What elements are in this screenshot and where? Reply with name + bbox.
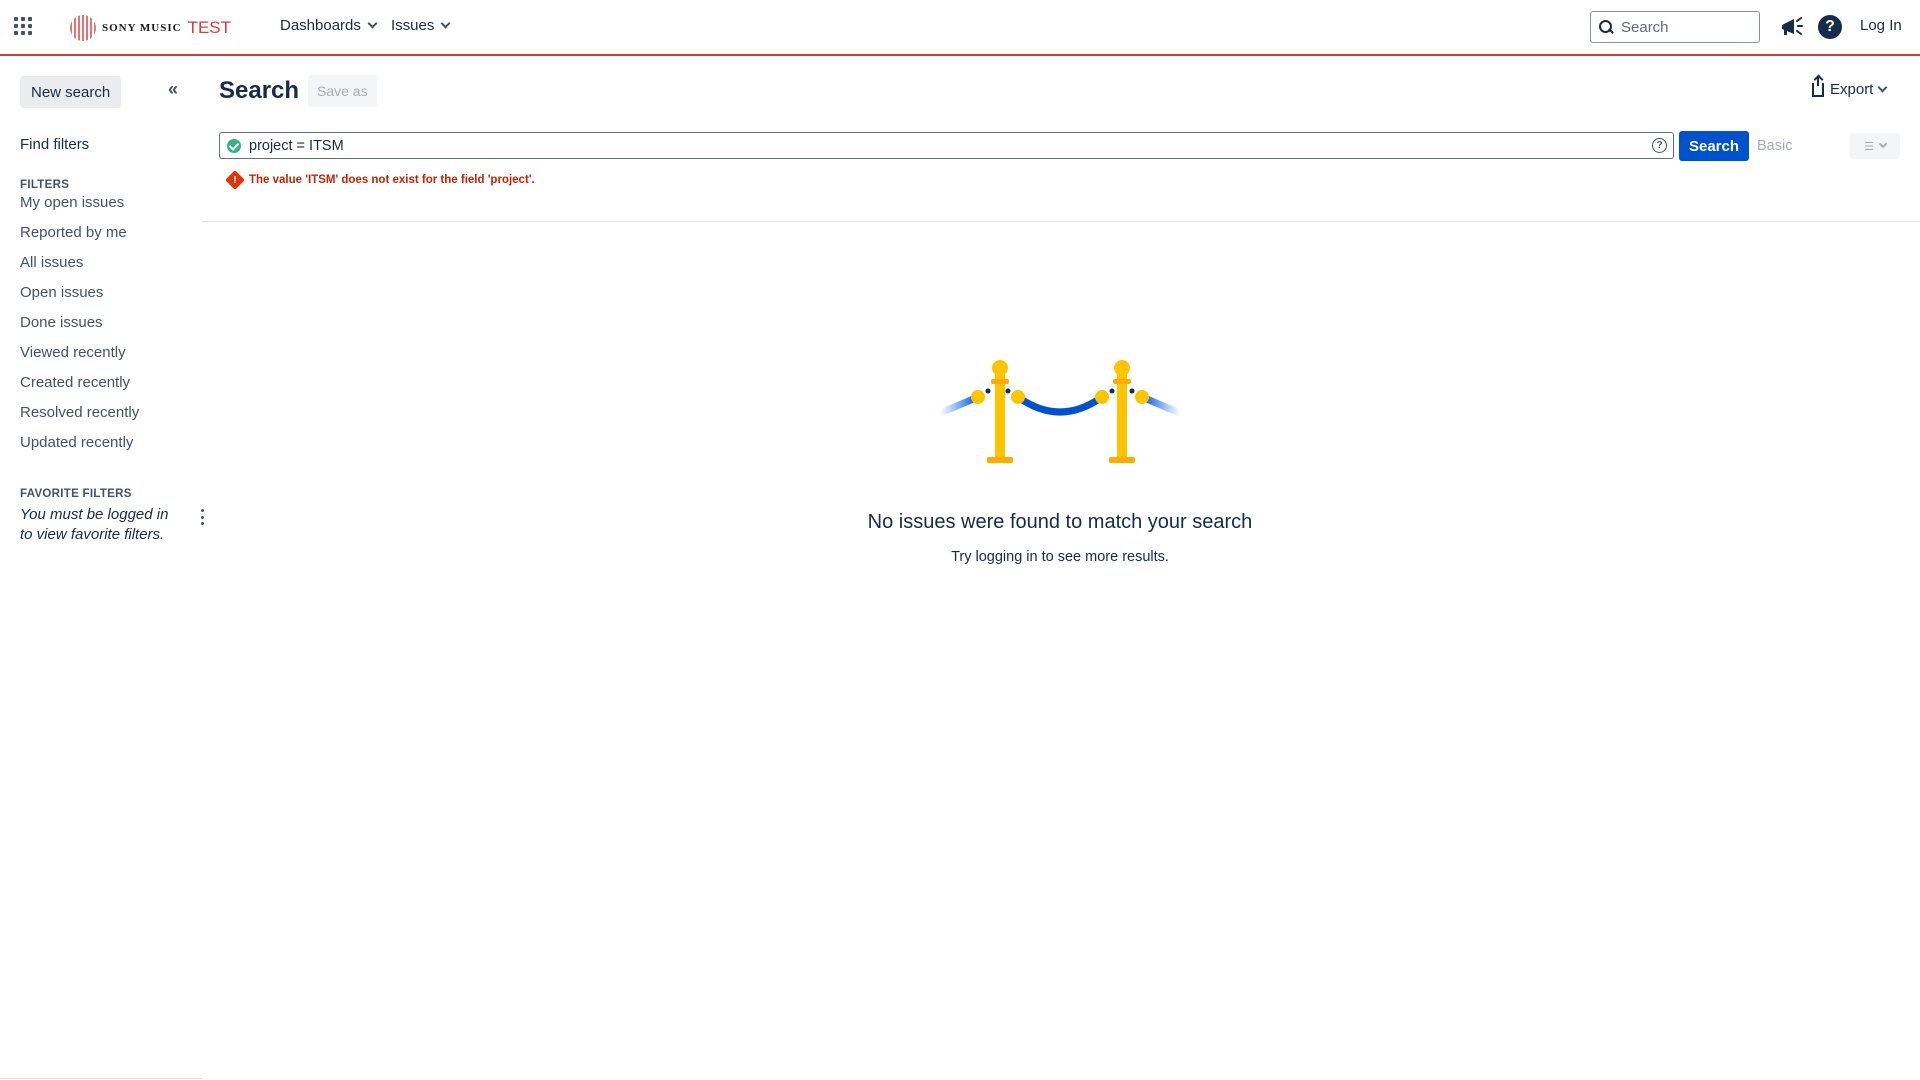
help-icon[interactable]: ? — [1818, 15, 1842, 39]
megaphone-notifications-icon[interactable] — [1778, 14, 1804, 40]
nav-issues-label: Issues — [391, 17, 435, 34]
chevron-down-icon — [367, 18, 378, 29]
export-label: Export — [1830, 81, 1874, 98]
filter-item-done-issues[interactable]: Done issues — [20, 314, 139, 344]
more-options-icon[interactable] — [201, 509, 205, 525]
empty-state-title: No issues were found to match your searc… — [867, 511, 1253, 533]
jql-query-input[interactable]: project = ITSM ? — [219, 132, 1674, 159]
error-text: The value 'ITSM' does not exist for the … — [249, 174, 535, 186]
chevron-down-icon — [1877, 82, 1888, 93]
filter-item-created-recently[interactable]: Created recently — [20, 374, 139, 404]
site-logo[interactable]: SONY MUSIC TEST — [70, 14, 231, 42]
filter-item-viewed-recently[interactable]: Viewed recently — [20, 344, 139, 374]
velvet-rope-illustration-icon — [940, 360, 1180, 463]
filters-heading: FILTERS — [20, 179, 70, 191]
page-title: Search — [219, 77, 300, 104]
export-button[interactable]: Export — [1812, 75, 1888, 98]
jql-query-text[interactable]: project = ITSM — [249, 138, 344, 154]
error-icon: ! — [225, 170, 245, 190]
jql-help-icon[interactable]: ? — [1652, 138, 1667, 153]
search-icon — [1599, 20, 1613, 34]
nav-dashboards-label: Dashboards — [280, 17, 361, 34]
filter-item-open-issues[interactable]: Open issues — [20, 284, 139, 314]
global-search-box[interactable] — [1590, 11, 1760, 43]
sidebar-divider — [0, 1078, 202, 1079]
filter-item-my-open-issues[interactable]: My open issues — [20, 194, 139, 224]
basic-search-toggle[interactable]: Basic — [1757, 138, 1792, 154]
collapse-sidebar-icon[interactable]: « — [168, 80, 178, 98]
filter-item-resolved-recently[interactable]: Resolved recently — [20, 404, 139, 434]
filter-item-all-issues[interactable]: All issues — [20, 254, 139, 284]
list-view-icon: ☰ — [1864, 140, 1874, 153]
sony-logo-mark-icon — [70, 15, 96, 41]
app-switcher-icon[interactable] — [14, 17, 34, 37]
nav-dashboards-menu[interactable]: Dashboards — [280, 17, 378, 34]
filter-list: My open issues Reported by me All issues… — [20, 194, 139, 464]
filter-item-updated-recently[interactable]: Updated recently — [20, 434, 139, 464]
filters-sidebar: New search « Find filters FILTERS My ope… — [0, 58, 205, 1080]
nav-issues-menu[interactable]: Issues — [391, 17, 451, 34]
favorite-filters-note: You must be logged in to view favorite f… — [20, 506, 169, 543]
results-divider — [202, 221, 1920, 222]
share-icon — [1812, 75, 1824, 97]
login-link[interactable]: Log In — [1860, 17, 1902, 34]
empty-state-subtitle: Try logging in to see more results. — [951, 549, 1169, 565]
jql-error-message: ! The value 'ITSM' does not exist for th… — [225, 170, 535, 190]
chevron-down-icon — [440, 18, 451, 29]
new-search-button[interactable]: New search — [20, 76, 122, 108]
save-as-button[interactable]: Save as — [308, 75, 377, 107]
logo-env-text: TEST — [187, 18, 232, 37]
logo-brand-text: SONY MUSIC — [102, 22, 182, 34]
find-filters-link[interactable]: Find filters — [20, 136, 89, 153]
valid-check-icon — [227, 138, 241, 153]
search-button[interactable]: Search — [1679, 131, 1749, 161]
chevron-down-icon — [1878, 139, 1888, 149]
filter-item-reported-by-me[interactable]: Reported by me — [20, 224, 139, 254]
global-search-input[interactable] — [1621, 18, 1741, 36]
top-navigation: SONY MUSIC TEST Dashboards Issues ? Log … — [0, 0, 1920, 56]
favorite-filters-heading: FAVORITE FILTERS — [20, 488, 132, 500]
view-switcher[interactable]: ☰ — [1850, 133, 1900, 159]
